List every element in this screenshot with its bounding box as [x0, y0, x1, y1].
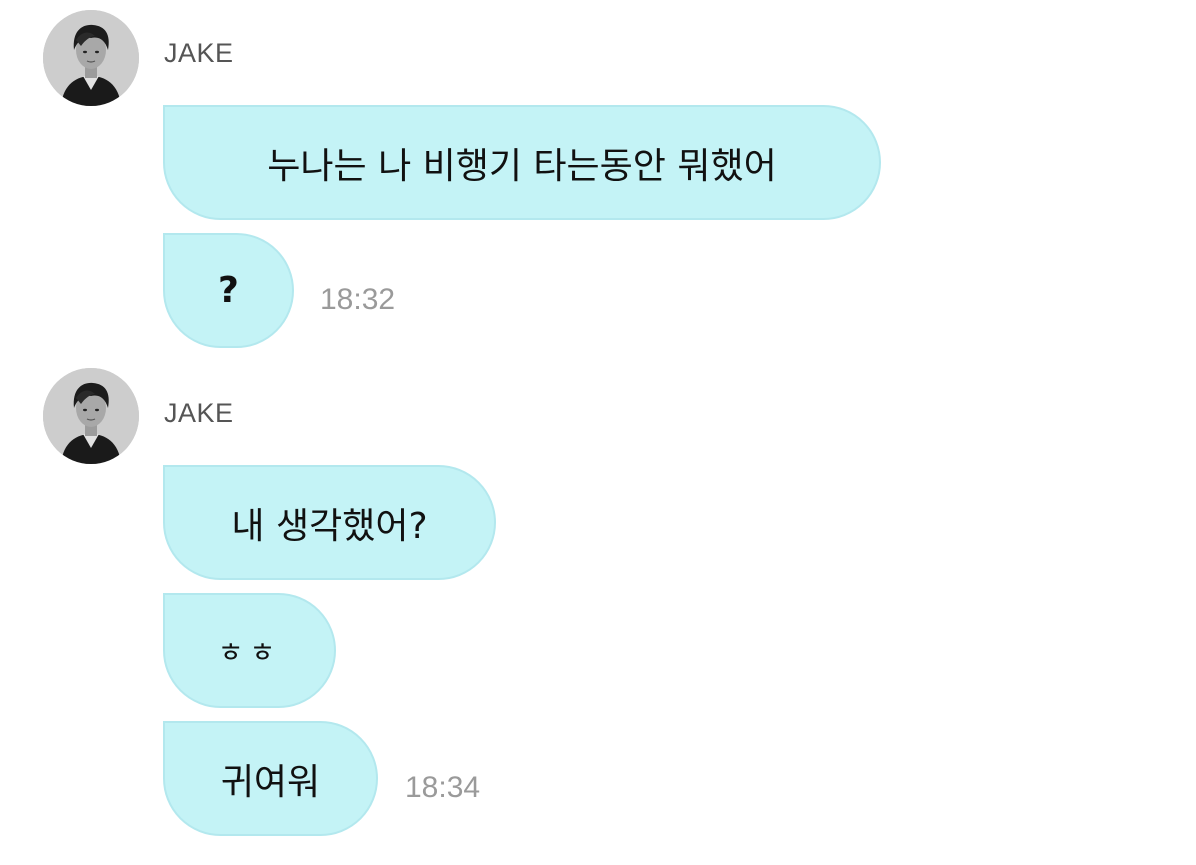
message-bubble[interactable]: ?	[163, 233, 294, 348]
message-text: ?	[218, 270, 239, 311]
message-timestamp: 18:32	[320, 283, 396, 316]
message-timestamp: 18:34	[405, 771, 481, 804]
sender-name: JAKE	[164, 398, 234, 428]
message-bubble[interactable]: 내 생각했어?	[163, 465, 496, 580]
profile-photo-avatar-icon	[43, 368, 139, 464]
message-text: 내 생각했어?	[231, 505, 428, 547]
message-text: 누나는 나 비행기 타는동안 뭐했어	[267, 145, 777, 187]
avatar[interactable]	[43, 368, 139, 464]
profile-photo-avatar-icon	[43, 10, 139, 106]
message-bubble[interactable]: ㅎㅎ	[163, 593, 336, 708]
sender-name: JAKE	[164, 38, 234, 68]
chat-conversation: JAKE 누나는 나 비행기 타는동안 뭐했어 ? 18:32 JAKE 내 생…	[0, 0, 1196, 865]
avatar[interactable]	[43, 10, 139, 106]
message-bubble[interactable]: 누나는 나 비행기 타는동안 뭐했어	[163, 105, 881, 220]
message-text: 귀여워	[220, 761, 321, 803]
message-bubble[interactable]: 귀여워	[163, 721, 378, 836]
message-text: ㅎㅎ	[217, 635, 282, 669]
